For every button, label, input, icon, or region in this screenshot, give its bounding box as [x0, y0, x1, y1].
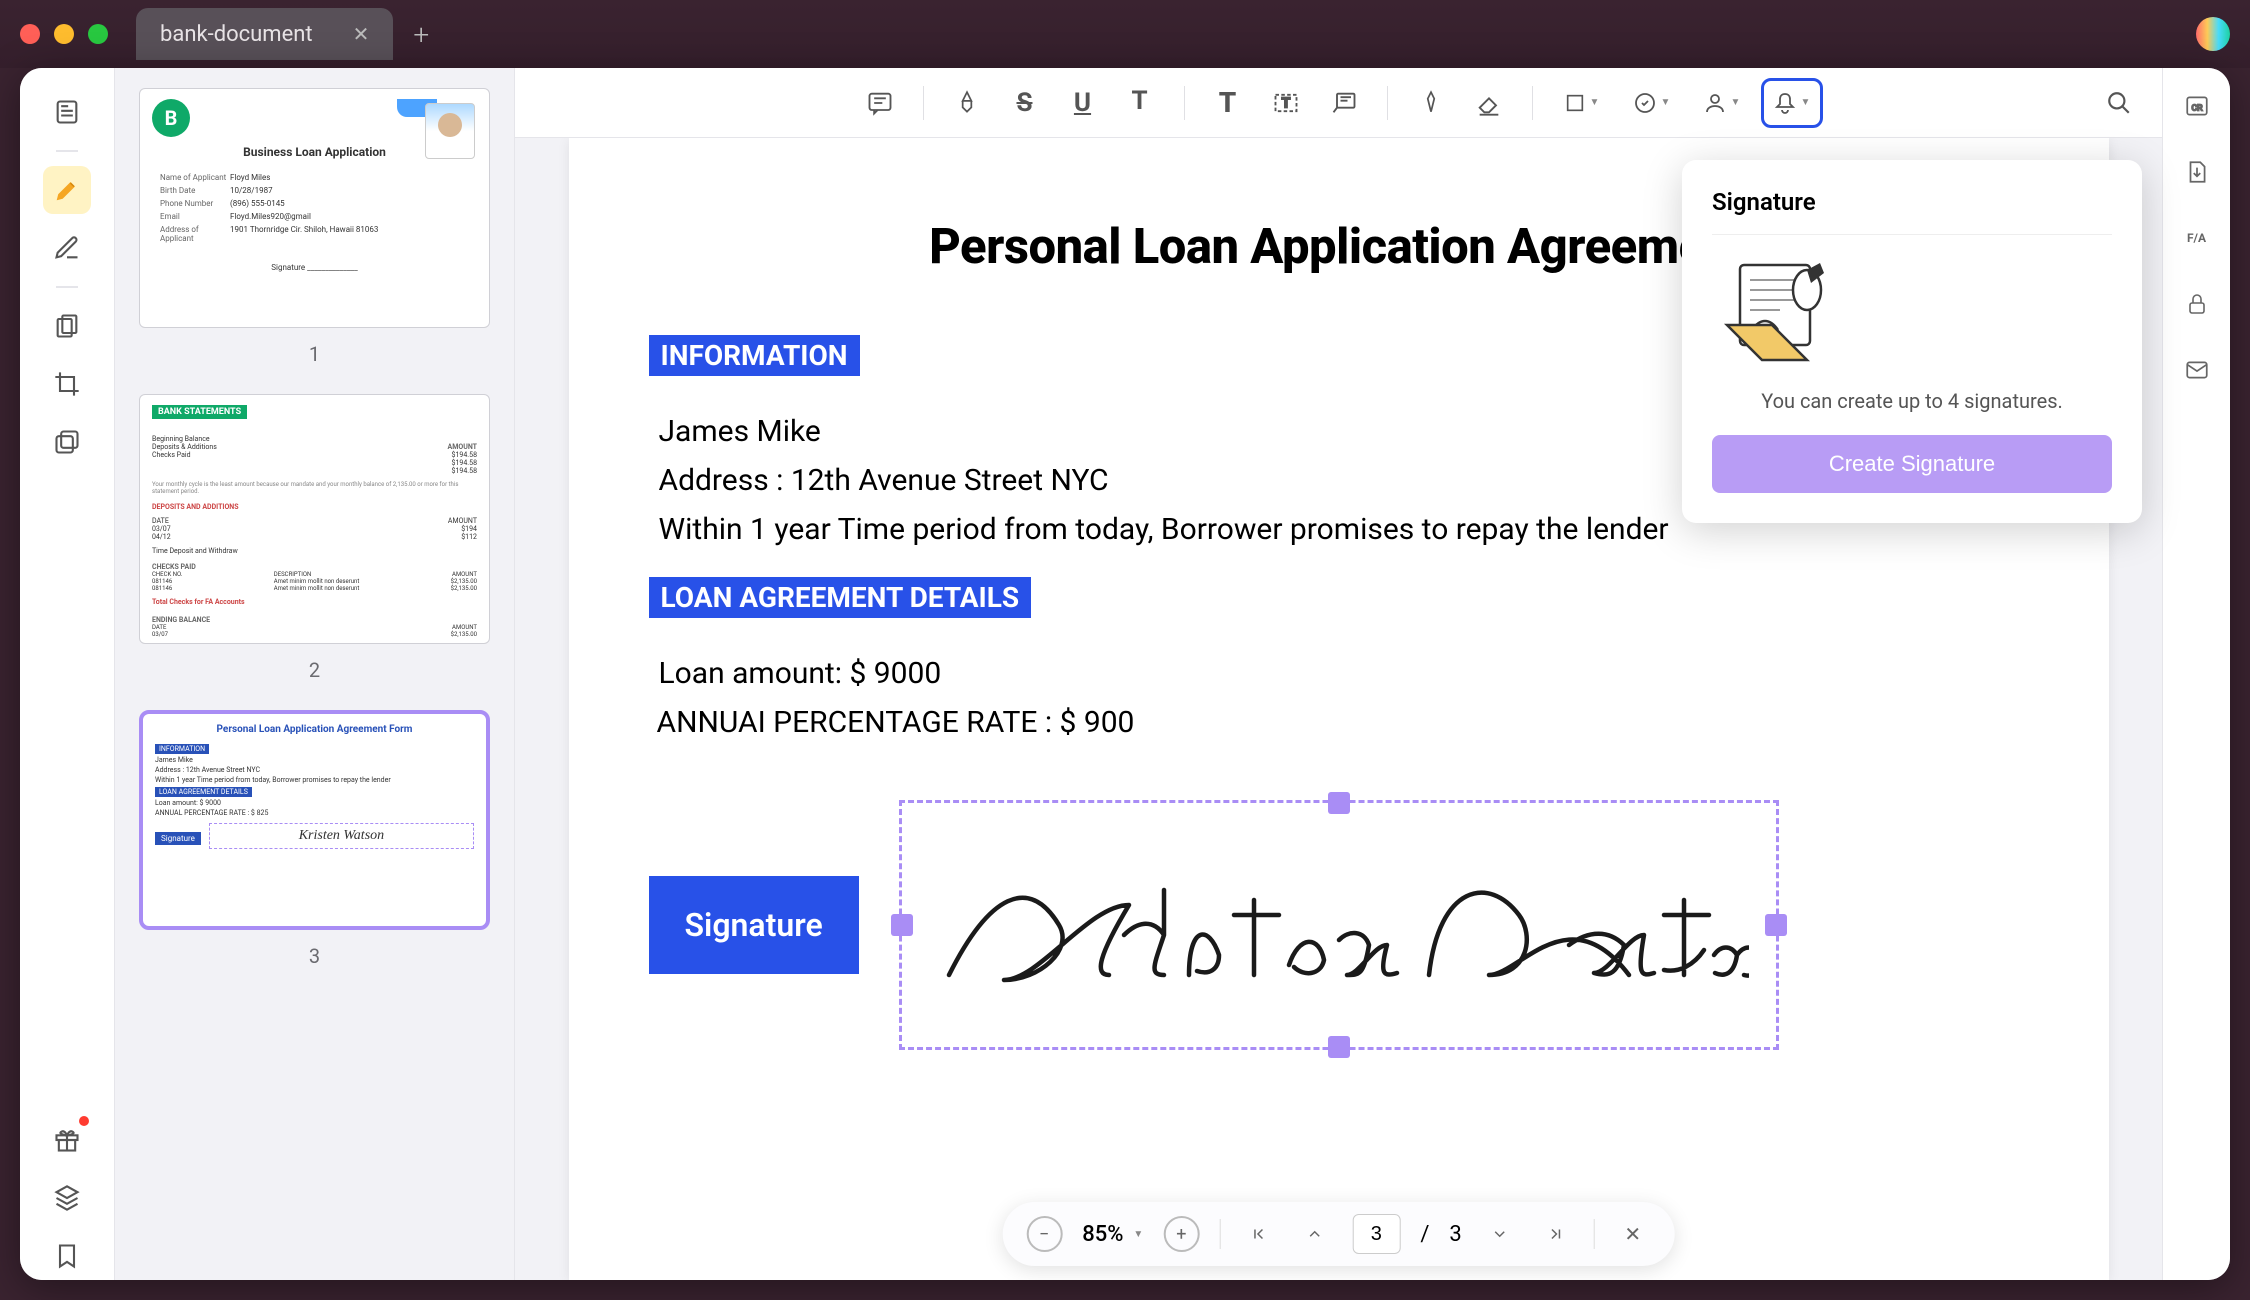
underline-icon[interactable]: U — [1058, 78, 1108, 128]
window-controls — [20, 24, 108, 44]
text-icon[interactable]: T — [1203, 78, 1253, 128]
signature-icon[interactable]: ▼ — [1761, 78, 1823, 128]
new-tab-button[interactable]: + — [413, 18, 429, 51]
highlight-icon[interactable] — [942, 78, 992, 128]
resize-handle-south[interactable] — [1328, 1036, 1350, 1058]
pages-icon[interactable] — [43, 302, 91, 350]
edit-icon[interactable] — [43, 224, 91, 272]
thumb-number: 2 — [139, 658, 490, 682]
signature-svg — [929, 835, 1749, 1015]
person-stamp-icon[interactable]: ▼ — [1691, 78, 1753, 128]
tab-title: bank-document — [160, 22, 313, 47]
zoom-in-button[interactable]: + — [1163, 1216, 1199, 1252]
close-bottombar-button[interactable]: ✕ — [1615, 1216, 1651, 1252]
pen-icon[interactable] — [1406, 78, 1456, 128]
minimize-window-button[interactable] — [54, 24, 74, 44]
popup-text: You can create up to 4 signatures. — [1712, 389, 2112, 413]
page-sep: / — [1420, 1222, 1429, 1247]
ocr-icon[interactable]: CR — [2179, 88, 2215, 124]
signature-label: Signature — [649, 876, 859, 974]
thumbnails-icon[interactable] — [43, 88, 91, 136]
batch-icon[interactable] — [43, 418, 91, 466]
thumbnail-page-1[interactable]: B Business Loan Application Name of Appl… — [139, 88, 490, 328]
close-window-button[interactable] — [20, 24, 40, 44]
popup-illustration-icon — [1712, 255, 2112, 365]
textbox-icon[interactable]: T — [1261, 78, 1311, 128]
rail-separator — [56, 286, 78, 288]
left-rail — [20, 68, 115, 1280]
create-signature-button[interactable]: Create Signature — [1712, 435, 2112, 493]
doc-apr: ANNUAI PERCENTAGE RATE : $ 900 — [657, 705, 2029, 740]
signature-box[interactable] — [899, 800, 1779, 1050]
eraser-icon[interactable] — [1464, 78, 1514, 128]
toolbar: S U T T T ▼ ▼ ▼ ▼ — [515, 68, 2162, 138]
thumb-number: 1 — [139, 342, 490, 366]
squiggly-icon[interactable]: T — [1116, 78, 1166, 128]
titlebar-right — [2196, 17, 2230, 51]
close-tab-icon[interactable]: ✕ — [353, 22, 370, 46]
last-page-button[interactable] — [1538, 1216, 1574, 1252]
shape-icon[interactable]: ▼ — [1551, 78, 1613, 128]
main-area: S U T T T ▼ ▼ ▼ ▼ Personal Loan Applicat… — [515, 68, 2162, 1280]
tab-bar: bank-document ✕ + — [136, 0, 429, 68]
resize-handle-east[interactable] — [1765, 914, 1787, 936]
email-icon[interactable] — [2179, 352, 2215, 388]
thumbnail-page-3[interactable]: Personal Loan Application Agreement Form… — [139, 710, 490, 930]
compress-icon[interactable] — [2179, 154, 2215, 190]
gift-icon[interactable] — [43, 1116, 91, 1164]
lock-icon[interactable] — [2179, 286, 2215, 322]
maximize-window-button[interactable] — [88, 24, 108, 44]
resize-handle-west[interactable] — [891, 914, 913, 936]
svg-text:CR: CR — [2191, 103, 2203, 113]
convert-icon[interactable]: F/A — [2179, 220, 2215, 256]
page-input[interactable] — [1352, 1214, 1400, 1254]
strikethrough-icon[interactable]: S — [1000, 78, 1050, 128]
prev-page-button[interactable] — [1296, 1216, 1332, 1252]
note-icon[interactable] — [855, 78, 905, 128]
bottom-bar: − 85%▼ + / 3 ✕ — [1002, 1202, 1675, 1266]
popup-title: Signature — [1712, 188, 2112, 216]
rail-separator — [56, 150, 78, 152]
thumb-logo-icon: B — [152, 99, 190, 137]
thumb-number: 3 — [139, 944, 490, 968]
app-logo-icon[interactable] — [2196, 17, 2230, 51]
highlighter-icon[interactable] — [43, 166, 91, 214]
thumbnail-page-2[interactable]: BANK STATEMENTS Beginning Balance Deposi… — [139, 394, 490, 644]
layers-icon[interactable] — [43, 1174, 91, 1222]
document-tab[interactable]: bank-document ✕ — [136, 8, 393, 60]
zoom-level[interactable]: 85%▼ — [1082, 1222, 1143, 1247]
thumbnail-panel: B Business Loan Application Name of Appl… — [115, 68, 515, 1280]
app-frame: B Business Loan Application Name of Appl… — [20, 68, 2230, 1280]
section-header: LOAN AGREEMENT DETAILS — [649, 577, 1032, 618]
crop-icon[interactable] — [43, 360, 91, 408]
right-rail: CR F/A — [2162, 68, 2230, 1280]
signature-popup: Signature You can create up to 4 signatu… — [1682, 160, 2142, 523]
next-page-button[interactable] — [1482, 1216, 1518, 1252]
thumb-photo — [425, 103, 475, 159]
stamp-icon[interactable]: ▼ — [1621, 78, 1683, 128]
resize-handle-north[interactable] — [1328, 792, 1350, 814]
titlebar: bank-document ✕ + — [0, 0, 2250, 68]
first-page-button[interactable] — [1240, 1216, 1276, 1252]
search-icon[interactable] — [2094, 78, 2144, 128]
bookmark-icon[interactable] — [43, 1232, 91, 1280]
zoom-out-button[interactable]: − — [1026, 1216, 1062, 1252]
section-header: INFORMATION — [649, 335, 860, 376]
total-pages: 3 — [1449, 1222, 1461, 1247]
callout-icon[interactable] — [1319, 78, 1369, 128]
thumb-header: BANK STATEMENTS — [152, 405, 247, 419]
svg-text:T: T — [1281, 95, 1290, 111]
doc-loan-amount: Loan amount: $ 9000 — [659, 656, 2029, 691]
